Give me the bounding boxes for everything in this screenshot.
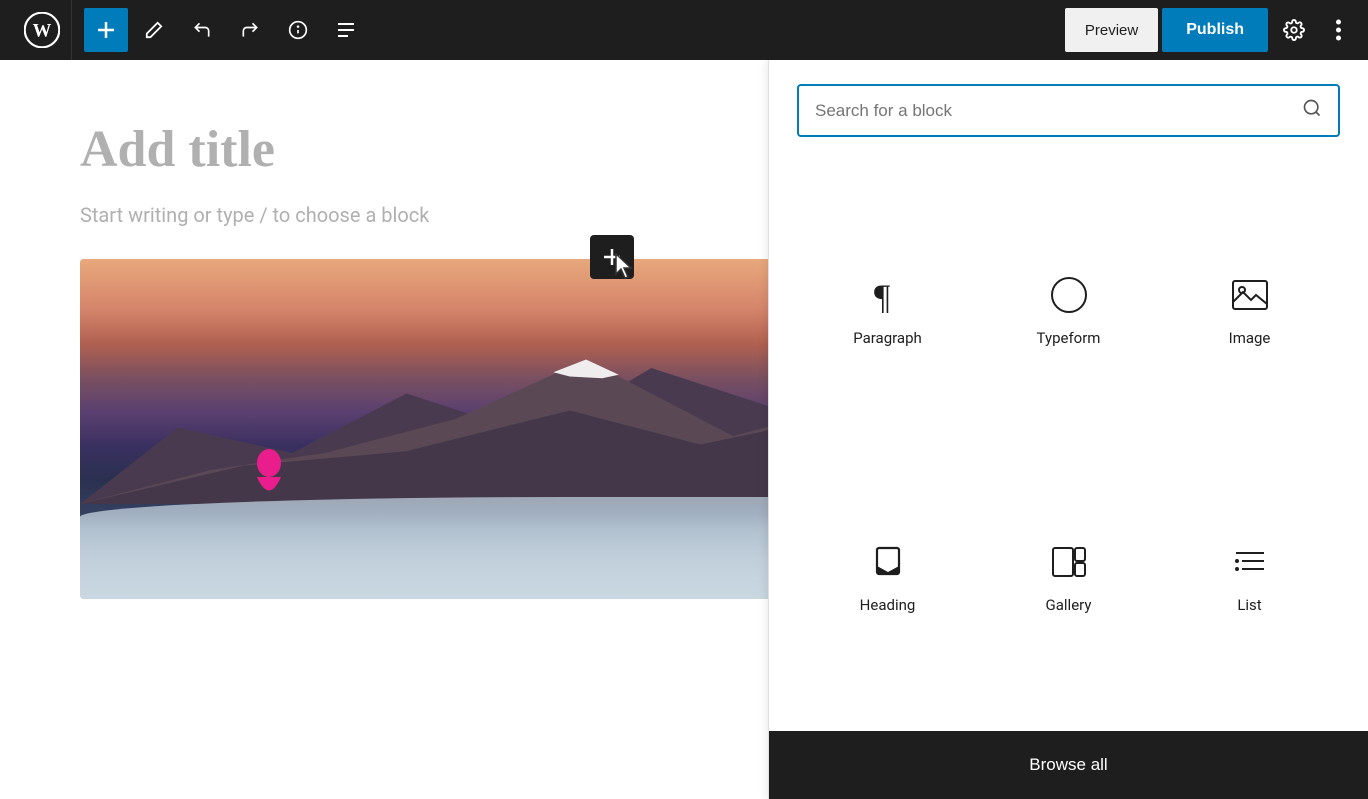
inline-add-block-button[interactable] — [590, 235, 634, 279]
svg-text:W: W — [32, 20, 51, 41]
list-view-button[interactable] — [324, 8, 368, 52]
search-container — [769, 60, 1368, 157]
image-icon — [1232, 275, 1268, 315]
block-item-image[interactable]: Image — [1159, 177, 1340, 444]
block-item-gallery[interactable]: Gallery — [978, 444, 1159, 711]
heading-label: Heading — [860, 596, 916, 614]
typeform-icon — [1051, 275, 1087, 315]
list-label: List — [1237, 596, 1261, 614]
add-block-button[interactable] — [84, 8, 128, 52]
preview-button[interactable]: Preview — [1065, 8, 1158, 52]
svg-text:¶: ¶ — [874, 277, 890, 313]
search-icon — [1302, 98, 1322, 123]
heading-icon — [873, 542, 903, 582]
wp-logo: W — [12, 0, 72, 60]
info-button[interactable] — [276, 8, 320, 52]
gallery-label: Gallery — [1046, 596, 1092, 614]
paragraph-label: Paragraph — [853, 329, 922, 347]
redo-button[interactable] — [228, 8, 272, 52]
blocks-grid: ¶ Paragraph Typeform — [769, 157, 1368, 731]
browse-all-button[interactable]: Browse all — [769, 731, 1368, 799]
block-item-typeform[interactable]: Typeform — [978, 177, 1159, 444]
block-item-paragraph[interactable]: ¶ Paragraph — [797, 177, 978, 444]
settings-button[interactable] — [1272, 8, 1316, 52]
block-item-list[interactable]: List — [1159, 444, 1340, 711]
gallery-icon — [1052, 542, 1086, 582]
block-picker-panel: ¶ Paragraph Typeform — [768, 60, 1368, 799]
undo-button[interactable] — [180, 8, 224, 52]
block-search-input[interactable] — [815, 101, 1292, 121]
paragraph-icon: ¶ — [874, 275, 902, 315]
search-box — [797, 84, 1340, 137]
more-options-button[interactable] — [1320, 8, 1356, 52]
list-icon — [1234, 542, 1266, 582]
pencil-button[interactable] — [132, 8, 176, 52]
typeform-label: Typeform — [1037, 329, 1101, 347]
toolbar: W — [0, 0, 1368, 60]
image-label: Image — [1229, 329, 1271, 347]
block-item-heading[interactable]: Heading — [797, 444, 978, 711]
publish-button[interactable]: Publish — [1162, 8, 1268, 52]
main-area: Add title Start writing or type / to cho… — [0, 60, 1368, 799]
